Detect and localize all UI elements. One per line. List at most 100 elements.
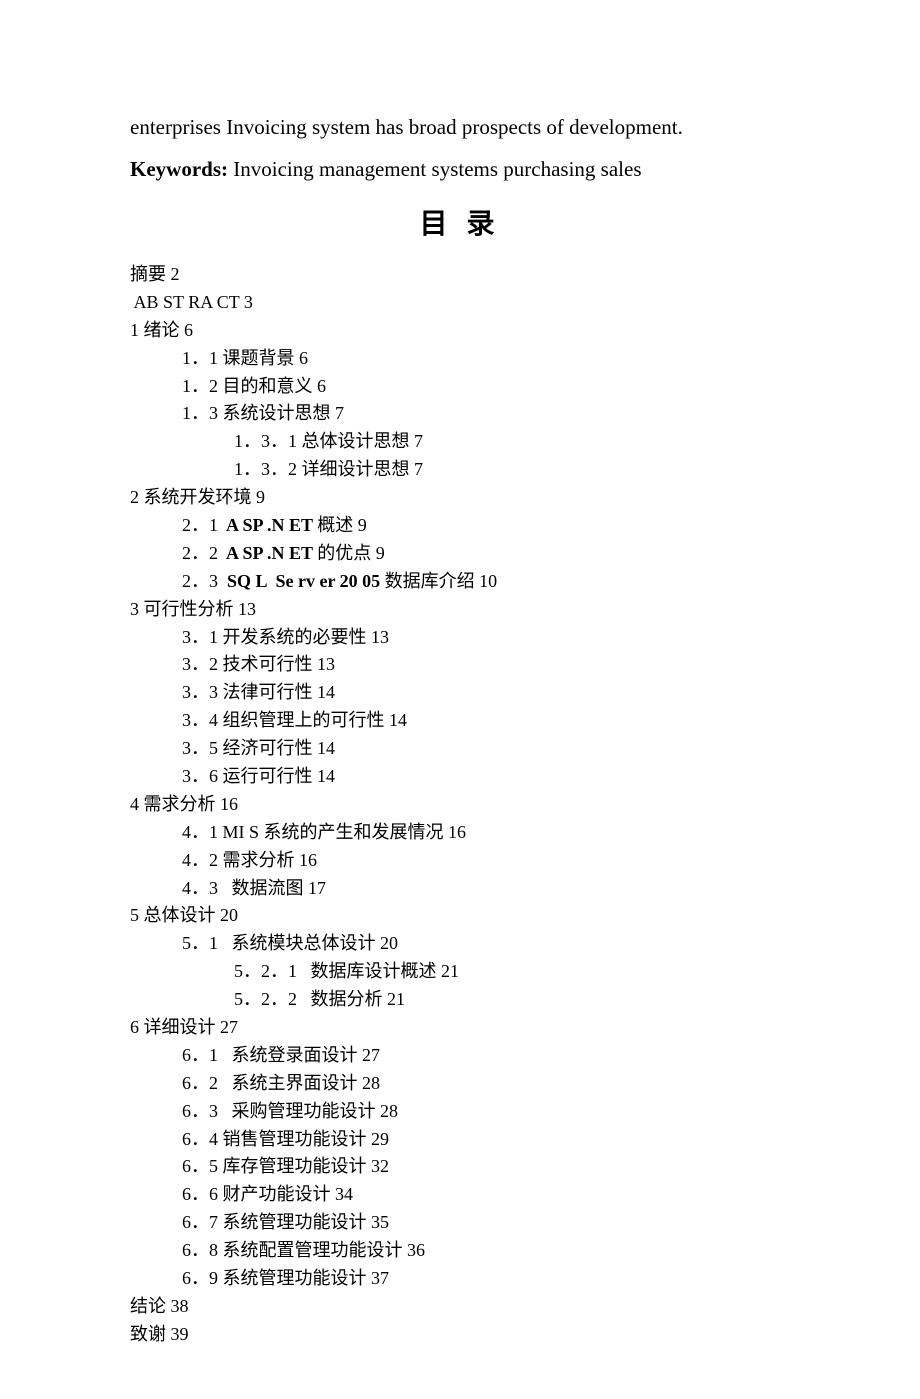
- toc-entry: 1．3．2 详细设计思想 7: [130, 456, 790, 484]
- keywords-line: Keywords: Invoicing management systems p…: [130, 152, 790, 188]
- table-of-contents: 摘要 2 AB ST RA CT 31 绪论 61．1 课题背景 61．2 目的…: [130, 261, 790, 1349]
- toc-entry: 3．5 经济可行性 14: [130, 735, 790, 763]
- toc-entry-text: 3．3 法律可行性: [182, 682, 317, 702]
- toc-entry-text: 6．4 销售管理功能设计: [182, 1129, 371, 1149]
- toc-page-number: 16: [299, 850, 317, 870]
- toc-page-number: 16: [448, 822, 466, 842]
- toc-entry: 2．3 SQ L Se rv er 20 05 数据库介绍 10: [130, 568, 790, 596]
- toc-entry-text: 6．8 系统配置管理功能设计: [182, 1240, 407, 1260]
- toc-entry-text: 6．2 系统主界面设计: [182, 1073, 362, 1093]
- toc-page-number: 17: [308, 878, 326, 898]
- toc-entry: 3．6 运行可行性 14: [130, 763, 790, 791]
- toc-entry: 5．1 系统模块总体设计 20: [130, 930, 790, 958]
- toc-entry: 致谢 39: [130, 1321, 790, 1349]
- toc-page-number: 14: [317, 738, 335, 758]
- toc-page-number: 32: [371, 1156, 389, 1176]
- toc-entry-text: 3．4 组织管理上的可行性: [182, 710, 389, 730]
- toc-entry: 6．6 财产功能设计 34: [130, 1181, 790, 1209]
- toc-title: 目 录: [130, 201, 790, 249]
- toc-entry: 6．8 系统配置管理功能设计 36: [130, 1237, 790, 1265]
- toc-page-number: 28: [380, 1101, 398, 1121]
- toc-entry-text: 5．1 系统模块总体设计: [182, 933, 380, 953]
- toc-page-number: 35: [371, 1212, 389, 1232]
- toc-entry-prefix: 2．3: [182, 571, 223, 591]
- toc-entry: 4．2 需求分析 16: [130, 847, 790, 875]
- toc-page-number: 36: [407, 1240, 425, 1260]
- toc-entry-text: 2 系统开发环境: [130, 487, 256, 507]
- toc-entry: 3．1 开发系统的必要性 13: [130, 624, 790, 652]
- toc-entry: 1．1 课题背景 6: [130, 345, 790, 373]
- toc-entry-text: 摘要: [130, 264, 171, 284]
- toc-entry-text: 3．1 开发系统的必要性: [182, 627, 371, 647]
- toc-entry-text: 1 绪论: [130, 320, 184, 340]
- toc-entry-text: 1．3．2 详细设计思想: [234, 459, 414, 479]
- toc-page-number: 2: [171, 264, 180, 284]
- toc-page-number: 21: [387, 989, 405, 1009]
- toc-page-number: 13: [238, 599, 256, 619]
- toc-entry-prefix: 2．1: [182, 515, 223, 535]
- toc-page-number: 3: [244, 292, 253, 312]
- toc-entry: 摘要 2: [130, 261, 790, 289]
- toc-entry-text: 6．9 系统管理功能设计: [182, 1268, 371, 1288]
- toc-entry: 6．9 系统管理功能设计 37: [130, 1265, 790, 1293]
- toc-entry: 6．1 系统登录面设计 27: [130, 1042, 790, 1070]
- toc-entry: 4 需求分析 16: [130, 791, 790, 819]
- toc-entry-text: 4 需求分析: [130, 794, 220, 814]
- intro-paragraph: enterprises Invoicing system has broad p…: [130, 110, 790, 146]
- toc-entry-text: AB ST RA CT: [130, 292, 244, 312]
- toc-entry-text: 1．3 系统设计思想: [182, 403, 335, 423]
- toc-entry-text: 6．1 系统登录面设计: [182, 1045, 362, 1065]
- toc-entry: 1 绪论 6: [130, 317, 790, 345]
- toc-entry: 1．3．1 总体设计思想 7: [130, 428, 790, 456]
- toc-entry: 1．2 目的和意义 6: [130, 373, 790, 401]
- toc-entry-text: 6 详细设计: [130, 1017, 220, 1037]
- toc-entry: 2．2 A SP .N ET 的优点 9: [130, 540, 790, 568]
- toc-entry-text: 5．2．1 数据库设计概述: [234, 961, 441, 981]
- toc-entry-latin: A SP .N ET: [223, 515, 318, 535]
- toc-entry: 1．3 系统设计思想 7: [130, 400, 790, 428]
- toc-entry: 3 可行性分析 13: [130, 596, 790, 624]
- toc-page-number: 9: [256, 487, 265, 507]
- toc-entry-text: 6．7 系统管理功能设计: [182, 1212, 371, 1232]
- toc-entry-suffix: 的优点: [317, 543, 376, 563]
- toc-page-number: 29: [371, 1129, 389, 1149]
- toc-entry-text: 1．3．1 总体设计思想: [234, 431, 414, 451]
- toc-page-number: 13: [371, 627, 389, 647]
- toc-entry-text: 5．2．2 数据分析: [234, 989, 387, 1009]
- toc-entry-text: 6．3 采购管理功能设计: [182, 1101, 380, 1121]
- toc-entry: 6．5 库存管理功能设计 32: [130, 1153, 790, 1181]
- toc-page-number: 14: [389, 710, 407, 730]
- toc-page-number: 16: [220, 794, 238, 814]
- toc-entry-text: 4．3 数据流图: [182, 878, 308, 898]
- toc-entry: 3．2 技术可行性 13: [130, 651, 790, 679]
- toc-entry-text: 3．6 运行可行性: [182, 766, 317, 786]
- toc-entry: 6 详细设计 27: [130, 1014, 790, 1042]
- toc-entry: 6．7 系统管理功能设计 35: [130, 1209, 790, 1237]
- toc-entry-text: 6．5 库存管理功能设计: [182, 1156, 371, 1176]
- toc-entry: 5 总体设计 20: [130, 902, 790, 930]
- keywords-values: Invoicing management systems purchasing …: [228, 157, 642, 181]
- toc-page-number: 10: [479, 571, 497, 591]
- toc-page-number: 14: [317, 682, 335, 702]
- toc-page-number: 7: [414, 431, 423, 451]
- toc-entry: AB ST RA CT 3: [130, 289, 790, 317]
- toc-page-number: 13: [317, 654, 335, 674]
- toc-entry: 6．2 系统主界面设计 28: [130, 1070, 790, 1098]
- toc-page-number: 7: [414, 459, 423, 479]
- toc-entry-text: 5 总体设计: [130, 905, 220, 925]
- toc-entry-latin: SQ L Se rv er 20 05: [223, 571, 385, 591]
- toc-entry: 2．1 A SP .N ET 概述 9: [130, 512, 790, 540]
- toc-entry: 3．4 组织管理上的可行性 14: [130, 707, 790, 735]
- toc-page-number: 14: [317, 766, 335, 786]
- toc-page-number: 27: [362, 1045, 380, 1065]
- keywords-label: Keywords:: [130, 157, 228, 181]
- toc-entry-text: 致谢: [130, 1324, 171, 1344]
- toc-entry: 2 系统开发环境 9: [130, 484, 790, 512]
- toc-page-number: 28: [362, 1073, 380, 1093]
- toc-entry-text: 3 可行性分析: [130, 599, 238, 619]
- toc-page-number: 39: [171, 1324, 189, 1344]
- toc-entry-text: 3．2 技术可行性: [182, 654, 317, 674]
- toc-entry-text: 4．2 需求分析: [182, 850, 299, 870]
- toc-entry: 5．2．2 数据分析 21: [130, 986, 790, 1014]
- toc-page-number: 27: [220, 1017, 238, 1037]
